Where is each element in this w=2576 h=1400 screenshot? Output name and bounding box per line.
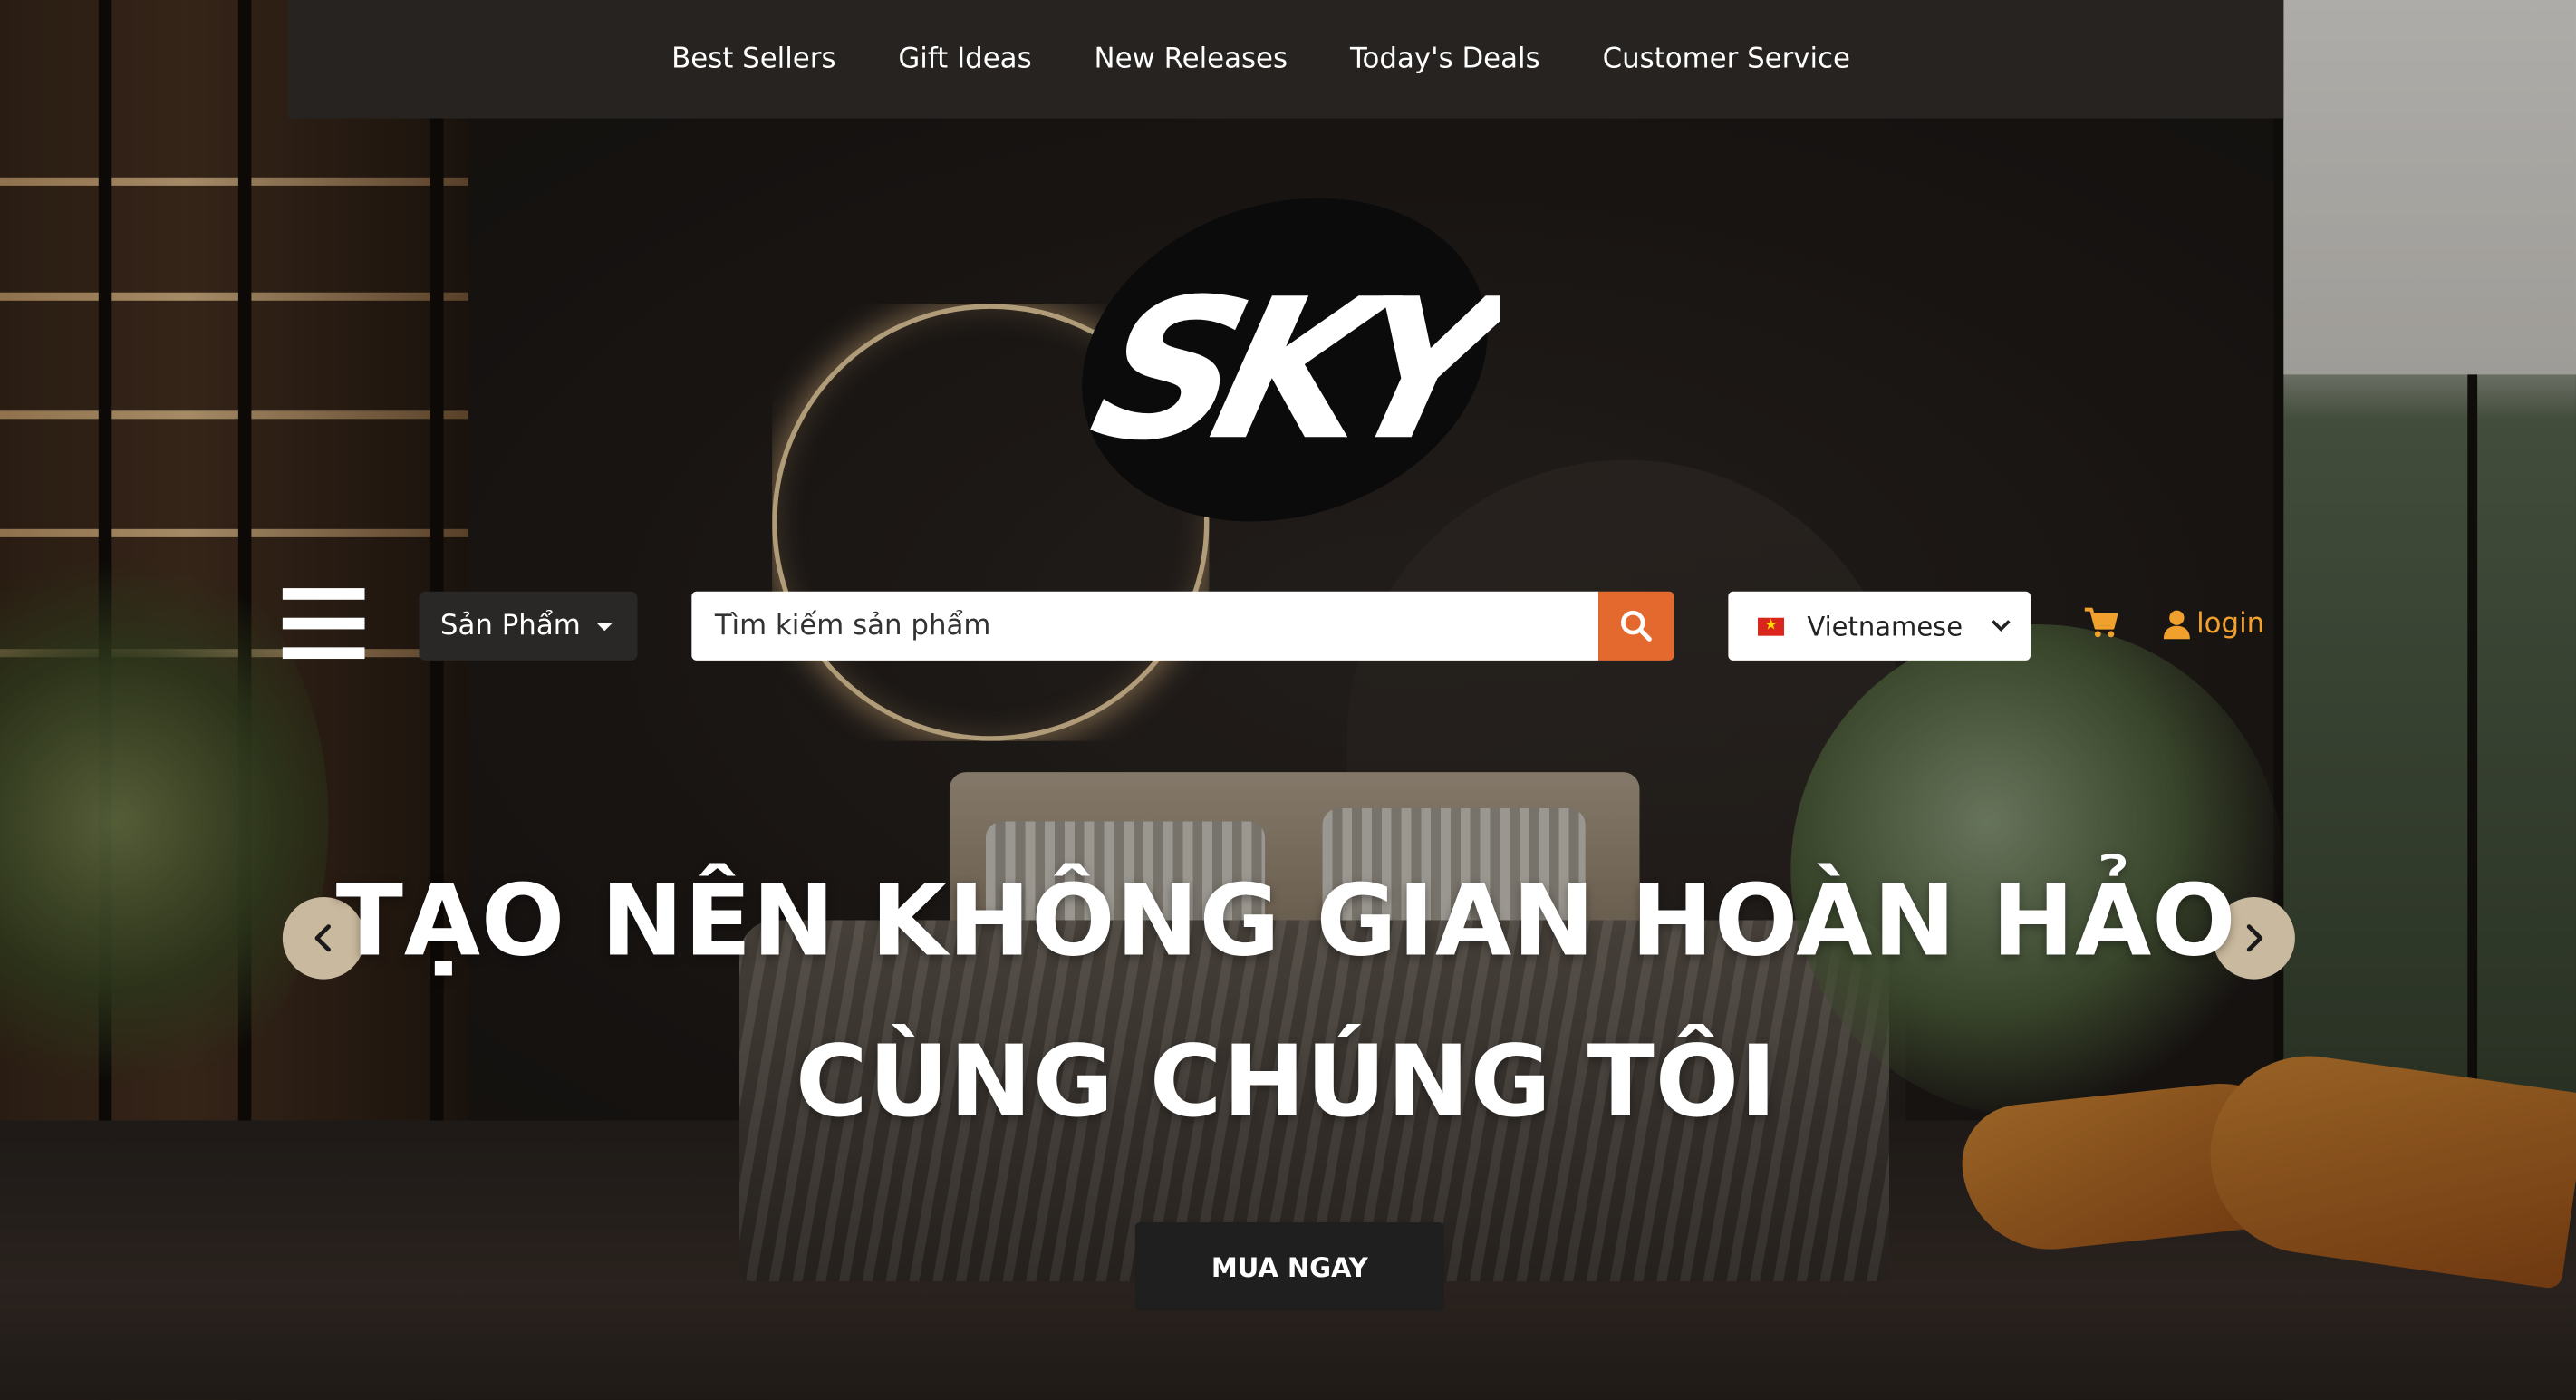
login-label: login [2196, 607, 2265, 642]
search-icon [1620, 610, 1652, 642]
cart-icon[interactable] [2083, 604, 2119, 641]
category-label: Sản Phẩm [439, 609, 581, 642]
page: Best Sellers Gift Ideas New Releases Tod… [0, 0, 2576, 1400]
caret-down-icon [596, 622, 613, 631]
hero-title-line-2: CÙNG CHÚNG TÔI [795, 1025, 1778, 1141]
top-nav: Best Sellers Gift Ideas New Releases Tod… [287, 0, 2284, 119]
nav-link-gift-ideas[interactable]: Gift Ideas [898, 43, 1031, 75]
chevron-down-icon [1991, 620, 2011, 632]
nav-link-todays-deals[interactable]: Today's Deals [1350, 43, 1540, 75]
language-label: Vietnamese [1807, 610, 1963, 642]
sky-logo[interactable]: SKY [1074, 178, 1538, 533]
menu-icon[interactable] [282, 588, 365, 661]
nav-link-new-releases[interactable]: New Releases [1095, 43, 1288, 75]
nav-link-best-sellers[interactable]: Best Sellers [671, 43, 835, 75]
category-dropdown[interactable]: Sản Phẩm [419, 591, 638, 661]
search-input[interactable] [691, 591, 1599, 661]
hero-title-line-1: TẠO NÊN KHÔNG GIAN HOÀN HẢO [335, 864, 2237, 980]
search-button[interactable] [1598, 591, 1674, 661]
buy-now-button[interactable]: MUA NGAY [1134, 1221, 1444, 1311]
search-bar [691, 591, 1674, 661]
logo-text: SKY [1076, 257, 1500, 483]
hero-title: TẠO NÊN KHÔNG GIAN HOÀN HẢO CÙNG CHÚNG T… [0, 841, 2574, 1163]
login-link[interactable]: login [2162, 604, 2264, 644]
user-icon [2163, 610, 2190, 640]
vietnam-flag-icon [1758, 612, 1785, 638]
language-select[interactable]: Vietnamese [1728, 591, 2031, 661]
nav-link-customer-service[interactable]: Customer Service [1603, 43, 1850, 75]
